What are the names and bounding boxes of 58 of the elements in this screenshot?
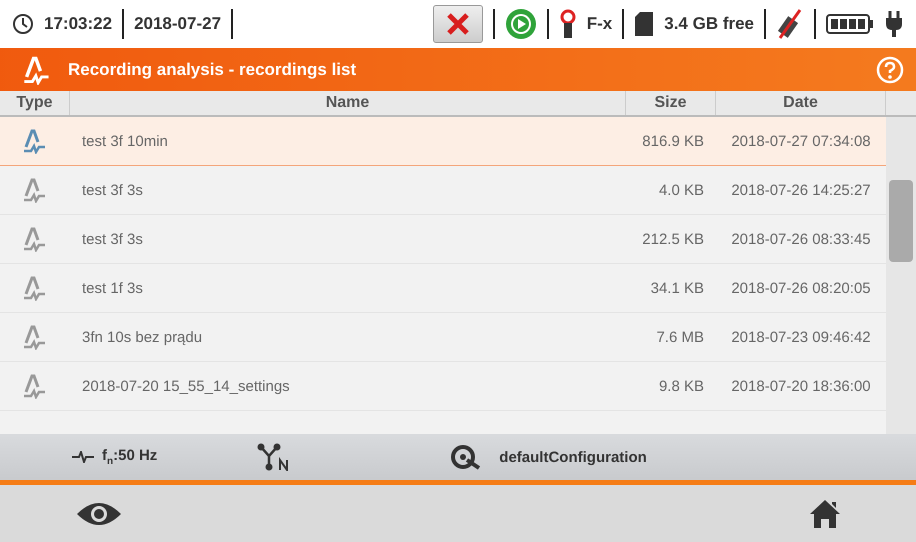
waveform-icon <box>23 226 47 252</box>
waveform-icon <box>23 177 47 203</box>
recording-row[interactable]: test 3f 3s 4.0 KB 2018-07-26 14:25:27 <box>0 166 886 215</box>
cross-icon <box>446 13 470 35</box>
recording-date: 2018-07-27 07:34:08 <box>730 132 872 150</box>
recording-name: test 3f 3s <box>81 182 144 198</box>
recording-row[interactable]: test 1f 3s 34.1 KB 2018-07-26 08:20:05 <box>0 264 886 313</box>
recording-name: 2018-07-20 15_55_14_settings <box>81 378 291 394</box>
recording-size: 816.9 KB <box>641 132 705 150</box>
recording-size: 7.6 MB <box>655 328 705 346</box>
recording-name: test 3f 3s <box>81 230 144 248</box>
recording-name: 3fn 10s bez prądu <box>81 328 204 346</box>
column-header[interactable]: Name <box>70 91 626 115</box>
waveform-icon <box>23 324 47 350</box>
clamp-label: F-x <box>586 14 612 34</box>
home-button[interactable] <box>809 499 841 529</box>
recording-date: 2018-07-20 18:36:00 <box>730 378 872 394</box>
storage-free: 3.4 GB free <box>664 14 754 34</box>
gear-wrench-icon <box>451 444 482 470</box>
date: 2018-07-27 <box>134 14 222 34</box>
recording-size: 4.0 KB <box>658 182 705 198</box>
home-icon <box>809 499 841 529</box>
recording-date: 2018-07-26 08:20:05 <box>730 280 872 296</box>
eye-icon <box>75 500 123 528</box>
play-icon[interactable] <box>504 8 537 40</box>
recording-date: 2018-07-26 08:33:45 <box>730 230 872 248</box>
recording-date: 2018-07-26 14:25:27 <box>730 182 872 198</box>
plug-icon <box>884 10 904 38</box>
column-header[interactable]: Type <box>0 91 70 115</box>
recording-row[interactable]: test 3f 10min 816.9 KB 2018-07-27 07:34:08 <box>0 117 886 166</box>
column-header[interactable]: Size <box>626 91 716 115</box>
time: 17:03:22 <box>44 14 112 34</box>
clamp-icon <box>558 9 577 39</box>
recording-size: 212.5 KB <box>641 230 705 248</box>
scrollbar[interactable] <box>886 117 916 434</box>
recording-row[interactable]: 2018-07-20 15_55_14_settings 9.8 KB 2018-07-20 18:36:00 <box>0 362 886 411</box>
waveform-icon <box>72 451 94 463</box>
frequency-label: f$_{n}$:50 Hz <box>102 447 158 467</box>
recording-size: 9.8 KB <box>658 378 705 394</box>
screen-title: Recording analysis - recordings list <box>68 60 356 80</box>
recording-row[interactable]: 3fn 10s bez prądu 7.6 MB 2018-07-23 09:46:42 <box>0 313 886 362</box>
stop-button[interactable] <box>432 5 483 43</box>
battery-icon <box>826 13 874 35</box>
view-button[interactable] <box>75 500 123 528</box>
configuration-name: defaultConfiguration <box>499 448 647 466</box>
recording-name: test 3f 10min <box>81 132 169 150</box>
recording-row[interactable]: test 3f 3s 212.5 KB 2018-07-26 08:33:45 <box>0 215 886 264</box>
waveform-icon <box>23 373 47 399</box>
sd-card-icon <box>634 11 654 37</box>
column-header[interactable]: Date <box>716 91 886 115</box>
recording-size: 34.1 KB <box>650 280 705 296</box>
recording-date: 2018-07-23 09:46:42 <box>730 328 872 346</box>
waveform-icon <box>23 275 47 301</box>
recording-name: test 1f 3s <box>81 280 144 296</box>
clock-icon <box>12 13 34 35</box>
usb-crossed-icon <box>776 8 804 40</box>
waveform-icon <box>23 128 47 154</box>
help-icon[interactable] <box>876 56 904 84</box>
